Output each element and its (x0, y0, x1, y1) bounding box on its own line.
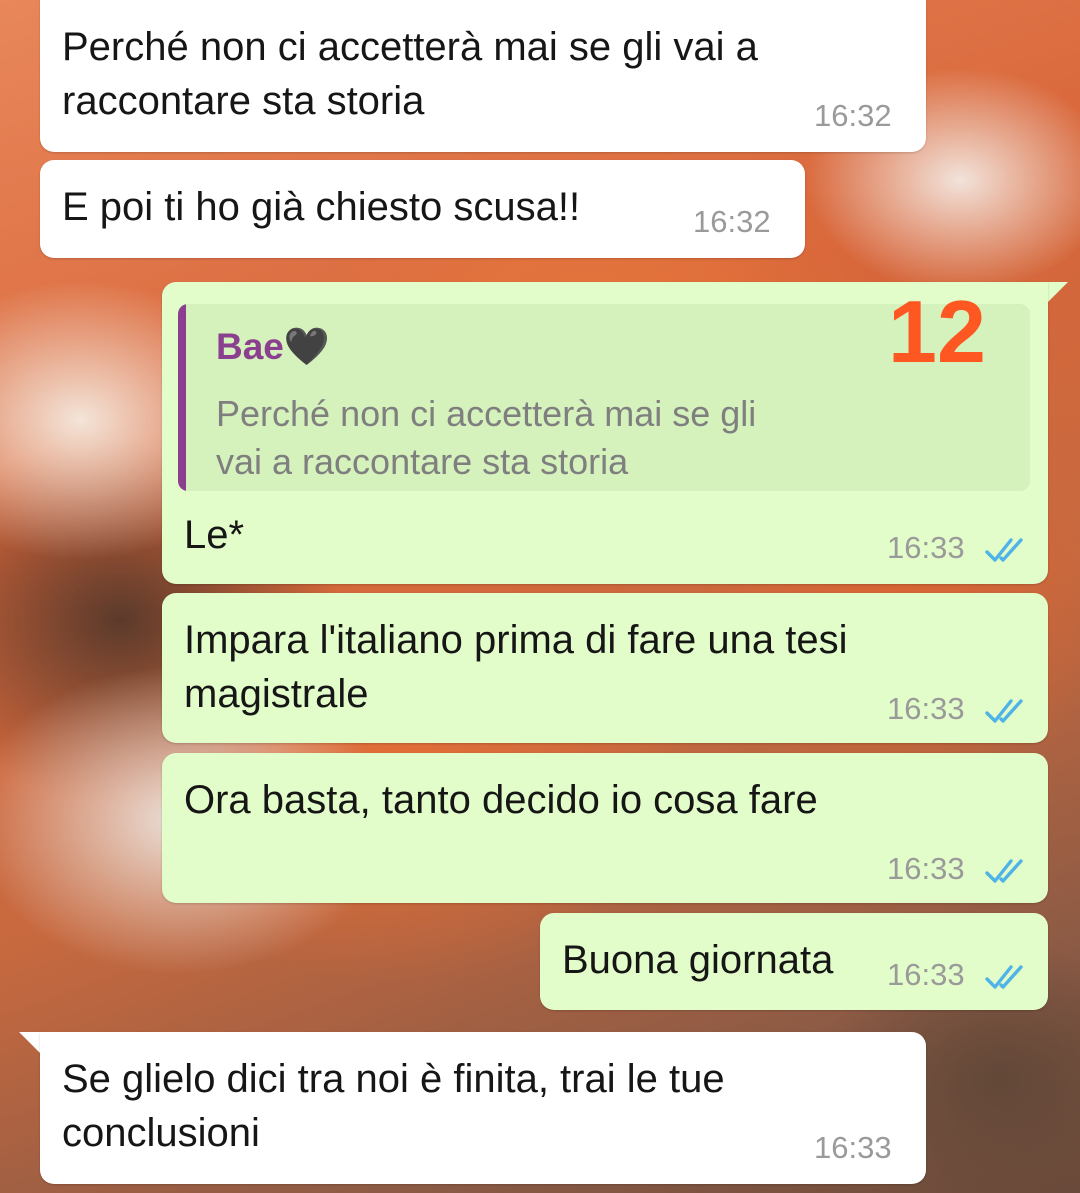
double-check-icon (985, 859, 1023, 883)
message-line: Se glielo dici tra noi è finita, trai le… (62, 1057, 725, 1101)
message-bubble-outgoing[interactable]: Impara l'italiano prima di fare una tesi… (162, 593, 1048, 743)
message-text: Impara l'italiano prima di fare una tesi… (184, 613, 848, 721)
message-timestamp: 16:33 (887, 530, 965, 565)
message-bubble-outgoing[interactable]: Buona giornata 16:33 (540, 913, 1048, 1010)
quote-author: Bae🖤 (216, 326, 330, 367)
message-text: Se glielo dici tra noi è finita, trai le… (62, 1052, 725, 1160)
bubble-tail (1046, 282, 1068, 304)
quote-text: Perché non ci accetterà mai se gli vai a… (216, 390, 756, 486)
message-text: Perché non ci accetterà mai se gli vai a… (62, 20, 758, 128)
message-bubble-outgoing[interactable]: Ora basta, tanto decido io cosa fare 16:… (162, 753, 1048, 903)
message-line: Perché non ci accetterà mai se gli vai a (62, 25, 758, 69)
message-line: magistrale (184, 672, 369, 716)
message-text: E poi ti ho già chiesto scusa!! (62, 180, 580, 234)
message-timestamp: 16:33 (887, 957, 965, 992)
message-line: Impara l'italiano prima di fare una tesi (184, 618, 848, 662)
double-check-icon (985, 965, 1023, 989)
message-timestamp: 16:32 (693, 204, 771, 239)
message-bubble-incoming[interactable]: Se glielo dici tra noi è finita, trai le… (40, 1032, 926, 1184)
double-check-icon (985, 538, 1023, 562)
message-timestamp: 16:33 (887, 851, 965, 886)
message-line: conclusioni (62, 1111, 260, 1155)
overlay-number: 12 (888, 282, 986, 381)
message-bubble-incoming[interactable]: Perché non ci accetterà mai se gli vai a… (40, 0, 926, 152)
message-line: Buona giornata (562, 938, 834, 982)
bubble-tail (19, 1032, 41, 1054)
message-text: Le* (184, 513, 245, 557)
quote-line: vai a raccontare sta storia (216, 441, 629, 482)
message-timestamp: 16:33 (814, 1130, 892, 1165)
message-line: raccontare sta storia (62, 79, 425, 123)
message-text: Buona giornata (562, 933, 833, 987)
message-line: Ora basta, tanto decido io cosa fare (184, 778, 818, 822)
message-text: Ora basta, tanto decido io cosa fare (184, 773, 818, 827)
quote-bar (178, 304, 186, 491)
message-timestamp: 16:32 (814, 98, 892, 133)
message-bubble-incoming[interactable]: E poi ti ho già chiesto scusa!! 16:32 (40, 160, 805, 258)
double-check-icon (985, 699, 1023, 723)
quote-line: Perché non ci accetterà mai se gli (216, 393, 757, 434)
message-line: E poi ti ho già chiesto scusa!! (62, 185, 581, 229)
message-timestamp: 16:33 (887, 691, 965, 726)
